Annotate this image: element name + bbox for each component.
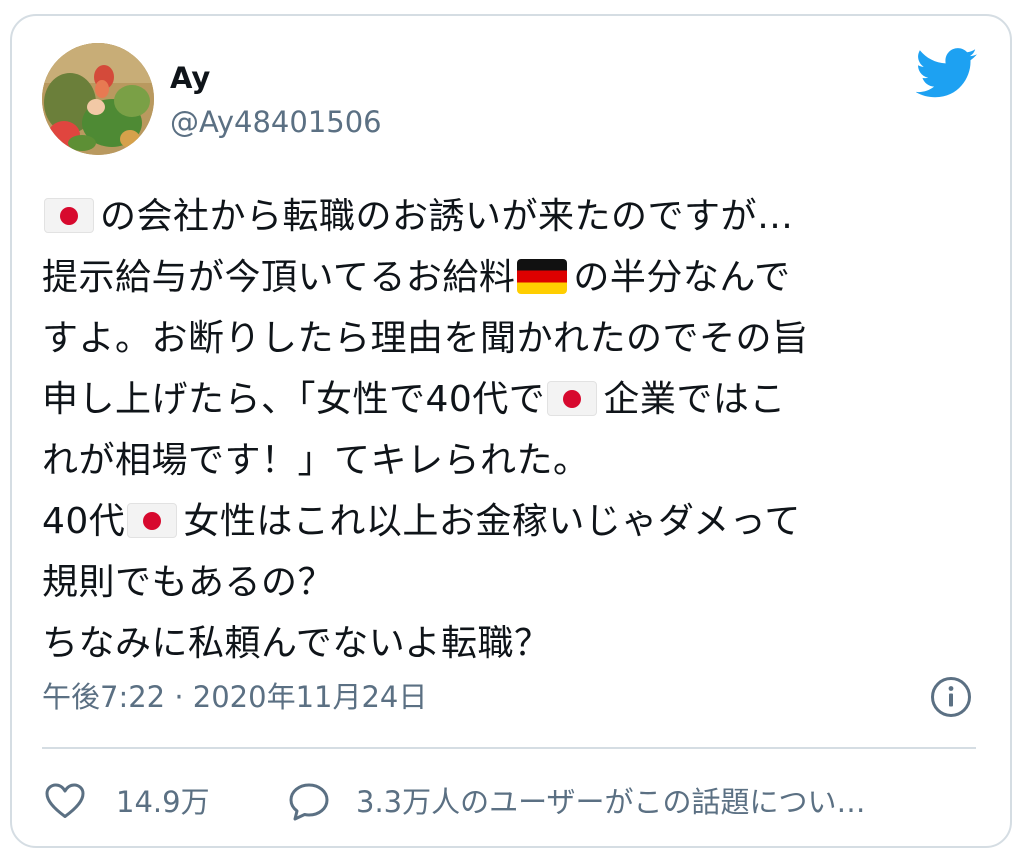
tweet-text-segment: 提示給与が今頂いてるお給料 [42,257,516,298]
info-icon[interactable] [930,676,972,718]
avatar[interactable] [42,43,154,155]
avatar-image [42,43,154,155]
japan-flag-icon [547,381,598,416]
germany-flag-icon [517,259,568,294]
tweet-text-segment: すよ。お断りしたら理由を聞かれたのでその旨 [42,318,809,359]
tweet-text-segment: ちなみに私頼んでないよ転職？ [42,623,551,664]
user-display-name[interactable]: Ay [170,60,210,96]
tweet-line: れが相場です！」てキレられた。 [42,430,982,491]
tweet-line: 提示給与が今頂いてるお給料 の半分なんで [42,247,982,308]
japan-flag-icon [127,503,178,538]
twitter-bird-icon[interactable] [916,48,978,100]
tweet-text: の会社から転職のお誘いが来たのですが… 提示給与が今頂いてるお給料 の半分なんで … [42,186,982,674]
tweet-line: 40代 女性はこれ以上お金稼いじゃダメって [42,491,982,552]
tweet-text-segment: 規則でもあるの？ [42,562,335,603]
user-handle[interactable]: @Ay48401506 [170,104,382,140]
tweet-text-segment: 企業ではこ [603,379,786,420]
speech-bubble-icon[interactable] [288,782,330,822]
tweet-text-segment: 申し上げたら、「女性で40代で [42,379,546,420]
tweet-line: すよ。お断りしたら理由を聞かれたのでその旨 [42,308,982,369]
tweet-text-segment: 40代 [42,501,126,542]
heart-icon[interactable] [44,782,86,820]
tweet-line: ちなみに私頼んでないよ転職？ [42,613,982,674]
tweet-text-segment: の会社から転職のお誘いが来たのですが… [100,196,794,237]
tweet-line: 申し上げたら、「女性で40代で 企業ではこ [42,369,982,430]
japan-flag-icon [44,198,94,233]
tweet-line: 規則でもあるの？ [42,552,982,613]
tweet-card[interactable]: Ay @Ay48401506 の会社から転職のお誘いが来たのですが… 提示給与が… [10,14,1012,848]
tweet-text-segment: 女性はこれ以上お金稼いじゃダメって [183,501,801,542]
tweet-timestamp[interactable]: 午後7:22 · 2020年11月24日 [42,679,427,715]
like-count[interactable]: 14.9万 [116,784,210,820]
divider [42,747,976,749]
tweet-line: の会社から転職のお誘いが来たのですが… [42,186,982,247]
tweet-text-segment: れが相場です！」てキレられた。 [42,440,590,481]
conversation-link[interactable]: 3.3万人のユーザーがこの話題につい… [356,784,866,820]
tweet-text-segment: の半分なんで [573,257,791,298]
